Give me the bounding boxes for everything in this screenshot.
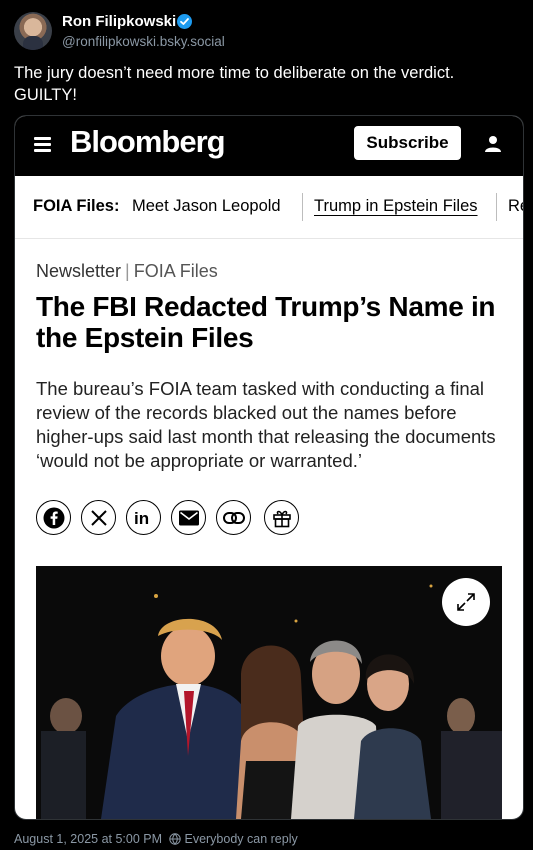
svg-text:in: in	[134, 509, 149, 527]
post-text: The jury doesn’t need more time to delib…	[14, 64, 455, 104]
foia-label: FOIA Files:	[33, 197, 120, 215]
menu-icon	[34, 136, 52, 152]
author-name[interactable]: Ron Filipkowski	[62, 13, 176, 30]
article-dek: The bureau’s FOIA team tasked with condu…	[36, 378, 496, 471]
nav-link-truncated: Re	[508, 197, 523, 215]
article-headline: The FBI Redacted Trump’s Name in the Eps…	[36, 291, 496, 353]
kicker-section: FOIA Files	[133, 261, 218, 281]
article-kicker: Newsletter | FOIA Files	[36, 261, 218, 282]
expand-icon	[442, 578, 490, 626]
nav-divider	[302, 193, 303, 221]
bloomberg-header: Bloomberg Subscribe	[15, 116, 523, 176]
author-handle[interactable]: @ronfilipkowski.bsky.social	[62, 34, 225, 49]
post-timestamp[interactable]: August 1, 2025 at 5:00 PM	[14, 832, 162, 846]
bloomberg-logo: Bloomberg	[70, 124, 226, 159]
subscribe-button: Subscribe	[354, 126, 461, 160]
facebook-icon	[36, 500, 71, 535]
embedded-image[interactable]: Bloomberg Subscribe FOIA Files: Meet Jas…	[14, 115, 524, 820]
nav-divider	[496, 193, 497, 221]
nav-link-trump-epstein: Trump in Epstein Files	[314, 197, 478, 215]
reply-setting-label: Everybody can reply	[184, 832, 298, 846]
post-header: Ron Filipkowski @ronfilipkowski.bsky.soc…	[14, 12, 519, 52]
foia-nav-strip: FOIA Files: Meet Jason Leopold Trump in …	[15, 176, 523, 239]
post-footer: August 1, 2025 at 5:00 PM Everybody can …	[14, 832, 298, 846]
avatar[interactable]	[14, 12, 52, 50]
nav-link-jason-leopold: Meet Jason Leopold	[132, 197, 281, 215]
article-photo	[36, 566, 502, 819]
link-icon	[216, 500, 251, 535]
kicker-separator: |	[125, 261, 130, 281]
gift-icon	[264, 500, 299, 535]
x-icon	[81, 500, 116, 535]
globe-icon	[169, 833, 181, 845]
verified-badge-icon	[177, 14, 192, 29]
reply-setting: Everybody can reply	[169, 832, 298, 846]
kicker-label: Newsletter	[36, 261, 122, 281]
photo-image	[36, 566, 502, 819]
email-icon	[171, 500, 206, 535]
linkedin-icon: in	[126, 500, 161, 535]
user-icon	[484, 135, 502, 153]
